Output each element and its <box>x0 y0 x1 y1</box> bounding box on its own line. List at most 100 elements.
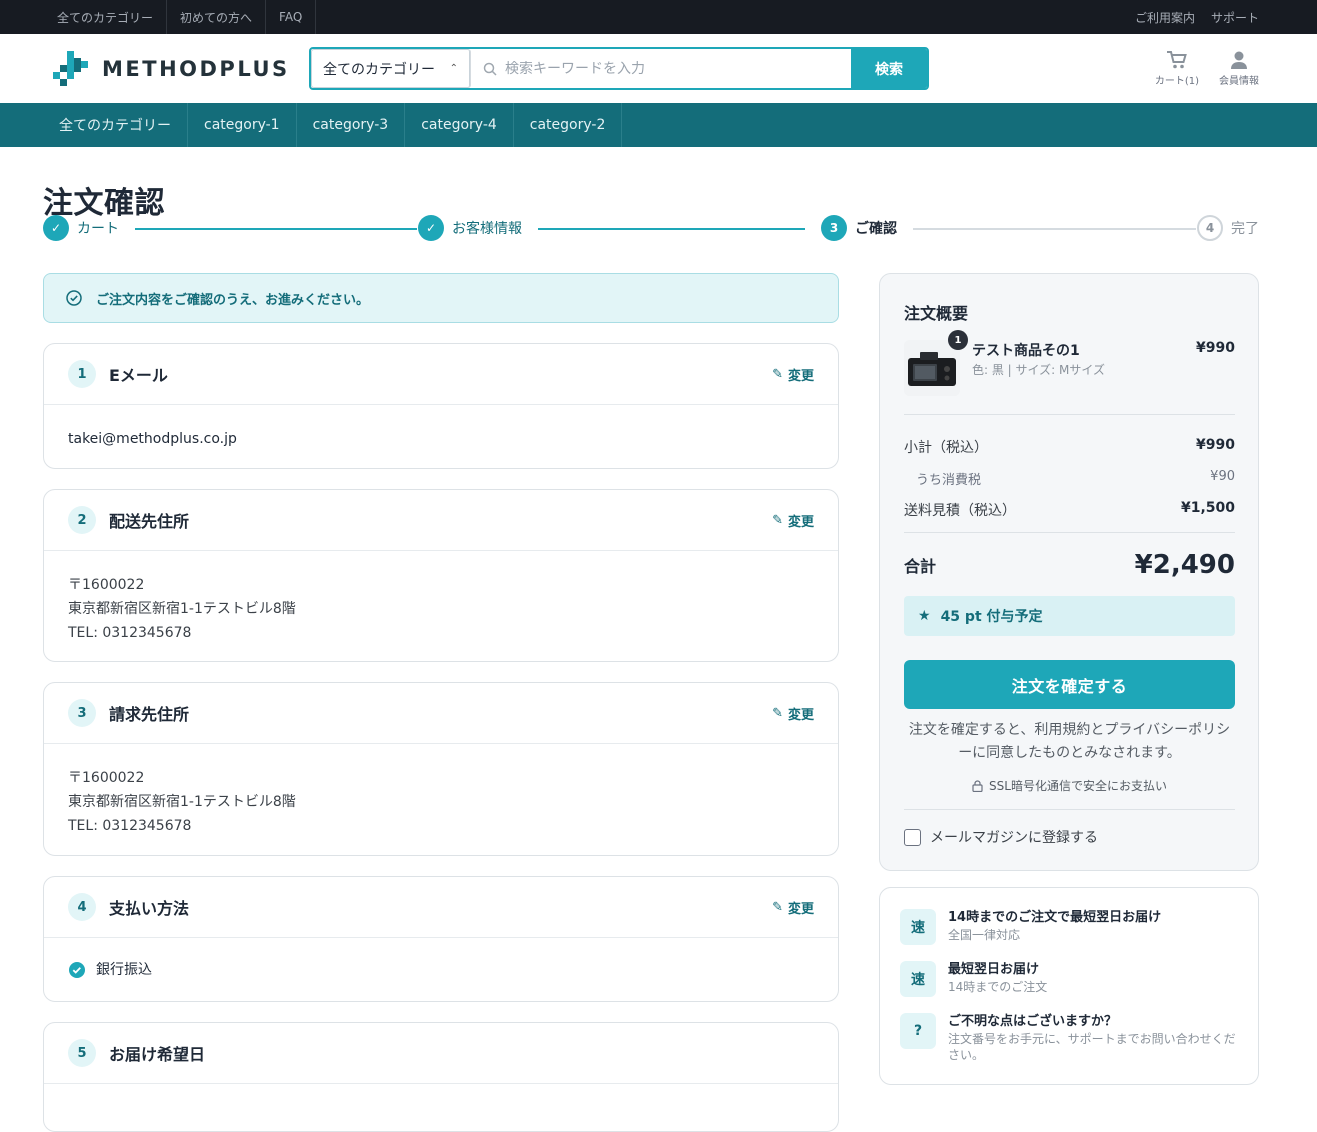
info-title: 最短翌日お届け <box>948 962 1040 977</box>
catnav-item-category-1[interactable]: category-1 <box>188 103 297 147</box>
step-complete: 4 完了 <box>1197 215 1259 241</box>
shipping-tel: TEL: 0312345678 <box>68 625 192 641</box>
catnav-item-category-3[interactable]: category-3 <box>297 103 406 147</box>
step-connector <box>135 228 417 230</box>
confirm-notice: ご注文内容をご確認のうえ、お進みください。 <box>43 273 839 323</box>
cart-link[interactable]: カート(1) <box>1155 50 1199 87</box>
topbar-link-categories[interactable]: 全てのカテゴリー <box>44 0 168 34</box>
step-connector <box>538 228 805 230</box>
confirm-order-button[interactable]: 注文を確定する <box>904 660 1235 709</box>
step-confirm: 3 ご確認 <box>821 215 897 241</box>
payment-method-section: 4 支払い方法 ✎ 変更 銀行振込 <box>43 876 839 1002</box>
select-arrows-icon: ⌃ <box>449 63 458 74</box>
tax-row: うち消費税 ¥90 <box>904 469 1235 488</box>
catnav-item-category-4[interactable]: category-4 <box>405 103 514 147</box>
edit-label: 変更 <box>787 901 814 917</box>
step-label: ご確認 <box>855 221 897 237</box>
catnav-item-all[interactable]: 全てのカテゴリー <box>43 103 188 147</box>
divider <box>904 532 1235 533</box>
ssl-text: SSL暗号化通信で安全にお支払い <box>989 779 1167 793</box>
email-section: 1 Eメール ✎ 変更 takei@methodplus.co.jp <box>43 343 839 469</box>
edit-billing-button[interactable]: ✎ 変更 <box>772 704 814 723</box>
user-icon <box>1231 51 1247 69</box>
cart-label: カート(1) <box>1154 76 1199 87</box>
subtotal-value: ¥990 <box>1196 437 1235 453</box>
subtotal-row: 小計（税込） ¥990 <box>904 437 1235 457</box>
question-icon: ? <box>900 1013 936 1049</box>
edit-label: 変更 <box>787 368 814 384</box>
pencil-icon: ✎ <box>772 366 783 382</box>
logo[interactable]: METHODPLUS <box>50 47 308 91</box>
edit-email-button[interactable]: ✎ 変更 <box>772 365 814 384</box>
newsletter-label: メールマガジンに登録する <box>930 830 1098 846</box>
pencil-icon: ✎ <box>772 899 783 915</box>
catnav-item-category-2[interactable]: category-2 <box>514 103 623 147</box>
shipping-label: 送料見積（税込） <box>904 503 1016 519</box>
logo-mark-icon <box>53 50 88 86</box>
shipping-postal: 〒1600022 <box>68 577 145 593</box>
checkout-steps: ✓ カート ✓ お客様情報 3 ご確認 4 完了 <box>43 215 1259 243</box>
billing-postal: 〒1600022 <box>68 770 145 786</box>
email-value: takei@methodplus.co.jp <box>68 431 237 447</box>
topbar-link-first-time[interactable]: 初めての方へ <box>167 0 267 34</box>
step-connector <box>913 228 1196 230</box>
total-row: 合計 ¥2,490 <box>904 550 1235 580</box>
section-number: 2 <box>68 506 96 534</box>
search-icon <box>483 62 497 76</box>
search-field <box>471 49 851 88</box>
top-bar: 全てのカテゴリー 初めての方へ FAQ ご利用案内 サポート <box>0 0 1317 34</box>
topbar-link-support[interactable]: サポート <box>1211 9 1259 26</box>
shipping-address-section: 2 配送先住所 ✎ 変更 〒1600022 東京都新宿区新宿1-1テストビル8階… <box>43 489 839 662</box>
cart-icon <box>1166 51 1187 69</box>
fast-delivery-icon: 速 <box>900 961 936 997</box>
summary-product: 1 テスト商品その1 色: 黒 | サイズ: Mサイズ ¥990 <box>904 330 1235 404</box>
step-label: 完了 <box>1231 221 1259 237</box>
divider <box>904 414 1235 415</box>
search-category-label: 全てのカテゴリー <box>323 61 435 78</box>
section-number: 4 <box>68 893 96 921</box>
member-label: 会員情報 <box>1219 76 1259 87</box>
newsletter-checkbox[interactable] <box>904 828 921 846</box>
info-title: 14時までのご注文で最短翌日お届け <box>948 910 1162 925</box>
info-desc: 14時までのご注文 <box>948 980 1048 994</box>
search-button[interactable]: 検索 <box>851 49 927 88</box>
tax-label: うち消費税 <box>916 473 982 488</box>
billing-address: 東京都新宿区新宿1-1テストビル8階 <box>68 794 296 810</box>
info-title: ご不明な点はございますか？ <box>948 1014 1118 1029</box>
ssl-notice: SSL暗号化通信で安全にお支払い <box>904 777 1235 794</box>
info-row: ? ご不明な点はございますか？ 注文番号をお手元に、サポートまでお問い合わせくだ… <box>900 1013 1238 1063</box>
step-number: 3 <box>821 215 847 241</box>
step-cart[interactable]: ✓ カート <box>43 215 119 241</box>
tax-value: ¥90 <box>1210 469 1235 484</box>
info-row: 速 14時までのご注文で最短翌日お届け 全国一律対応 <box>900 909 1238 945</box>
product-price: ¥990 <box>1196 340 1235 356</box>
check-circle-filled-icon <box>69 962 85 978</box>
summary-title: 注文概要 <box>904 304 969 323</box>
newsletter-checkbox-row[interactable]: メールマガジンに登録する <box>904 827 1098 847</box>
section-title: お届け希望日 <box>109 1045 206 1064</box>
step-label: お客様情報 <box>452 221 522 237</box>
step-customer-info[interactable]: ✓ お客様情報 <box>418 215 522 241</box>
topbar-link-guide[interactable]: ご利用案内 <box>1135 9 1195 26</box>
search-input[interactable] <box>505 60 851 77</box>
section-number: 1 <box>68 360 96 388</box>
edit-shipping-button[interactable]: ✎ 変更 <box>772 511 814 530</box>
check-icon: ✓ <box>418 215 444 241</box>
payment-method-value: 銀行振込 <box>96 962 152 978</box>
shipping-address: 東京都新宿区新宿1-1テストビル8階 <box>68 601 296 617</box>
section-title: 支払い方法 <box>109 899 190 918</box>
pencil-icon: ✎ <box>772 512 783 528</box>
edit-payment-button[interactable]: ✎ 変更 <box>772 898 814 917</box>
member-link[interactable]: 会員情報 <box>1219 50 1259 87</box>
quantity-badge: 1 <box>948 330 968 350</box>
product-name: テスト商品その1 <box>972 343 1080 359</box>
total-label: 合計 <box>904 557 937 576</box>
total-value: ¥2,490 <box>1134 550 1235 580</box>
shipping-row: 送料見積（税込） ¥1,500 <box>904 500 1235 520</box>
pencil-icon: ✎ <box>772 705 783 721</box>
topbar-link-faq[interactable]: FAQ <box>266 0 317 34</box>
info-desc: 全国一律対応 <box>948 928 1021 942</box>
header: METHODPLUS 全てのカテゴリー ⌃ 検索 カート(1) 会員情報 <box>0 34 1317 103</box>
notice-text: ご注文内容をご確認のうえ、お進みください。 <box>96 292 370 308</box>
search-category-select[interactable]: 全てのカテゴリー ⌃ <box>311 49 471 88</box>
